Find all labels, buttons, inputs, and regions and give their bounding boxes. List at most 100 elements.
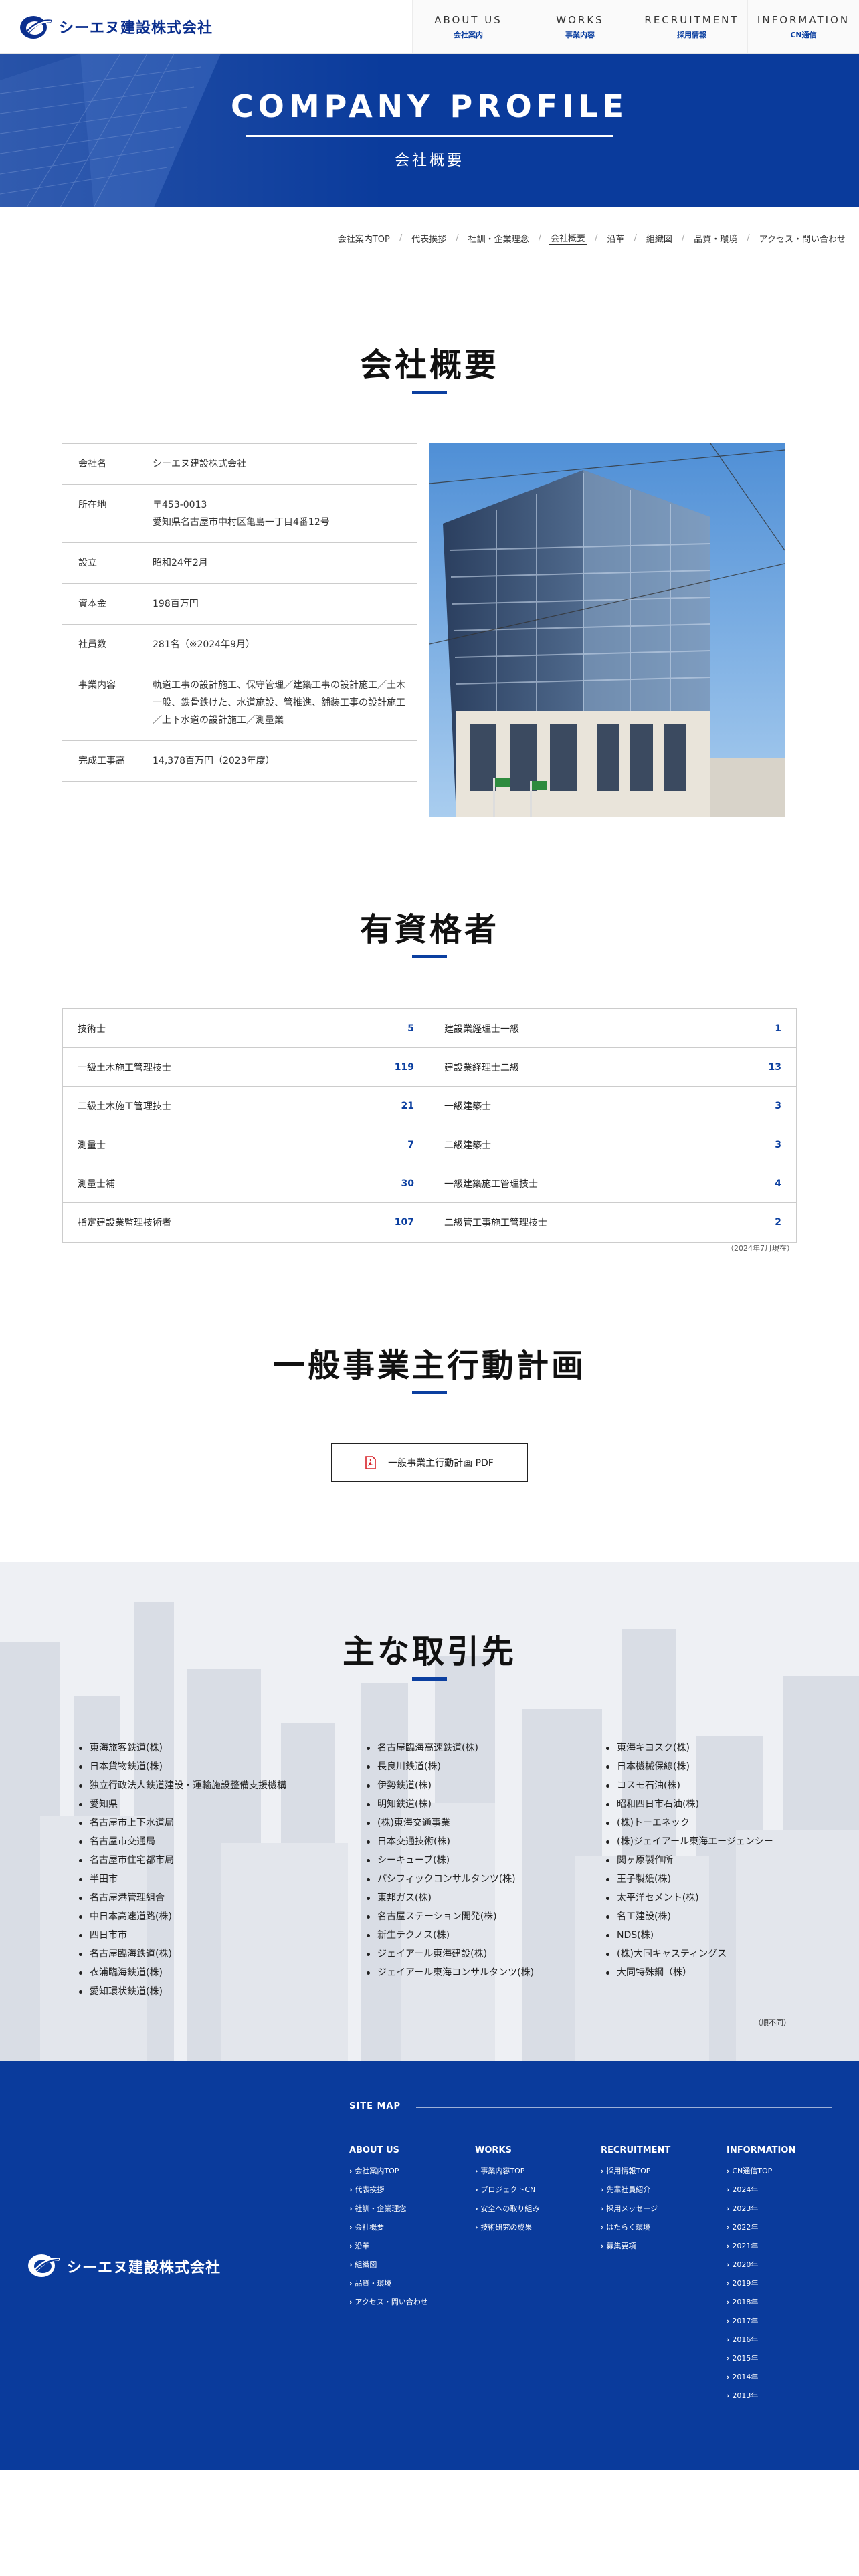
subnav-item-top[interactable]: 会社案内TOP bbox=[337, 232, 391, 245]
list-item: (株)東海交通事業 bbox=[367, 1814, 534, 1832]
footer-link[interactable]: 2014年 bbox=[727, 2368, 795, 2387]
subnav-item-organization[interactable]: 組織図 bbox=[645, 232, 674, 245]
nav-about-us[interactable]: ABOUT US 会社案内 bbox=[412, 0, 524, 53]
footer-link[interactable]: CN通信TOP bbox=[727, 2162, 795, 2181]
footer-link[interactable]: 技術研究の成果 bbox=[475, 2218, 539, 2237]
qualification-name: 一級建築士 bbox=[444, 1101, 491, 1112]
footer-link[interactable]: 2019年 bbox=[727, 2274, 795, 2293]
footer-link[interactable]: 組織図 bbox=[349, 2256, 428, 2274]
footer-link[interactable]: 2013年 bbox=[727, 2387, 795, 2405]
qualifications-table: 技術士 5 建設業経理士一級 1 一級土木施工管理技士 119 建設業経理士二級 13 … bbox=[62, 1008, 797, 1243]
site-logo-link[interactable]: シーエヌ建設株式会社 bbox=[19, 13, 213, 40]
footer-link[interactable]: プロジェクトCN bbox=[475, 2181, 539, 2199]
logo-text: シーエヌ建設株式会社 bbox=[59, 20, 213, 37]
action-plan-pdf-button[interactable]: 一般事業主行動計画 PDF bbox=[331, 1443, 528, 1482]
subnav-item-philosophy[interactable]: 社訓・企業理念 bbox=[467, 232, 531, 245]
footer-link[interactable]: 安全への取り組み bbox=[475, 2199, 539, 2218]
footer-link[interactable]: 社訓・企業理念 bbox=[349, 2199, 428, 2218]
list-item: ジェイアール東海建設(株) bbox=[367, 1945, 534, 1963]
profile-key: 事業内容 bbox=[78, 680, 116, 691]
heading-bar bbox=[412, 1391, 447, 1394]
qualification-count: 3 bbox=[775, 1139, 781, 1150]
profile-key: 会社名 bbox=[78, 459, 106, 469]
qualification-cell: 指定建設業監理技術者 107 bbox=[63, 1203, 430, 1242]
footer-col-heading: RECRUITMENT bbox=[601, 2145, 671, 2155]
qualification-count: 3 bbox=[775, 1100, 781, 1111]
qualification-cell: 建設業経理士一級 1 bbox=[430, 1009, 796, 1047]
site-footer: シーエヌ建設株式会社 SITE MAP ABOUT US 会社案内TOP 代表挨… bbox=[0, 2061, 859, 2470]
qualification-name: 建設業経理士一級 bbox=[444, 1023, 519, 1035]
profile-heading: 会社概要 bbox=[359, 346, 499, 384]
subnav-separator: / bbox=[538, 233, 542, 243]
list-item: 日本貨物鉄道(株) bbox=[79, 1757, 286, 1776]
footer-link[interactable]: 2022年 bbox=[727, 2218, 795, 2237]
footer-link[interactable]: 先輩社員紹介 bbox=[601, 2181, 670, 2199]
footer-link[interactable]: 2021年 bbox=[727, 2237, 795, 2256]
footer-link[interactable]: 2023年 bbox=[727, 2199, 795, 2218]
nav-label-jp: CN通信 bbox=[790, 30, 817, 39]
action-plan-pdf-label: 一般事業主行動計画 PDF bbox=[388, 1458, 494, 1469]
footer-link[interactable]: 会社案内TOP bbox=[349, 2162, 428, 2181]
footer-link[interactable]: 品質・環境 bbox=[349, 2274, 428, 2293]
profile-key: 所在地 bbox=[78, 500, 106, 510]
footer-link[interactable]: 2016年 bbox=[727, 2331, 795, 2349]
qualification-name: 測量士補 bbox=[78, 1178, 115, 1190]
subnav-separator: / bbox=[399, 233, 403, 243]
qualification-cell: 一級土木施工管理技士 119 bbox=[63, 1048, 430, 1086]
footer-link[interactable]: 2018年 bbox=[727, 2293, 795, 2312]
nav-works[interactable]: WORKS 事業内容 bbox=[524, 0, 636, 53]
table-row: 測量士補 30 一級建築施工管理技士 4 bbox=[63, 1164, 796, 1203]
footer-link[interactable]: 2024年 bbox=[727, 2181, 795, 2199]
list-item: 日本機械保線(株) bbox=[606, 1757, 773, 1776]
list-item: 新生テクノス(株) bbox=[367, 1926, 534, 1945]
profile-value: 14,378百万円（2023年度） bbox=[153, 756, 275, 766]
nav-recruitment[interactable]: RECRUITMENT 採用情報 bbox=[636, 0, 747, 53]
footer-link[interactable]: 2020年 bbox=[727, 2256, 795, 2274]
list-item: 名古屋臨海高速鉄道(株) bbox=[367, 1739, 534, 1757]
profile-row: 完成工事高 14,378百万円（2023年度） bbox=[62, 741, 417, 782]
footer-link[interactable]: 2017年 bbox=[727, 2312, 795, 2331]
footer-logo-link[interactable]: シーエヌ建設株式会社 bbox=[27, 2252, 221, 2281]
profile-key: 資本金 bbox=[78, 599, 106, 609]
subnav-item-access[interactable]: アクセス・問い合わせ bbox=[758, 232, 847, 245]
footer-link[interactable]: 代表挨拶 bbox=[349, 2181, 428, 2199]
footer-link[interactable]: 採用メッセージ bbox=[601, 2199, 670, 2218]
qualification-name: 二級管工事施工管理技士 bbox=[444, 1218, 547, 1228]
qualification-cell: 測量士補 30 bbox=[63, 1164, 430, 1202]
subnav-separator: / bbox=[747, 233, 750, 243]
subnav-item-quality[interactable]: 品質・環境 bbox=[692, 232, 739, 245]
nav-information[interactable]: INFORMATION CN通信 bbox=[747, 0, 859, 53]
table-row: 技術士 5 建設業経理士一級 1 bbox=[63, 1009, 796, 1048]
company-logo-icon bbox=[27, 2252, 62, 2281]
qualification-count: 1 bbox=[775, 1023, 781, 1034]
qualification-count: 13 bbox=[768, 1061, 781, 1073]
subnav-item-greeting[interactable]: 代表挨拶 bbox=[410, 232, 448, 245]
footer-logo-text: シーエヌ建設株式会社 bbox=[67, 2260, 221, 2276]
table-row: 二級土木施工管理技士 21 一級建築士 3 bbox=[63, 1087, 796, 1125]
subnav-separator: / bbox=[595, 233, 598, 243]
table-row: 測量士 7 二級建築士 3 bbox=[63, 1125, 796, 1164]
list-item: 長良川鉄道(株) bbox=[367, 1757, 534, 1776]
footer-link[interactable]: 会社概要 bbox=[349, 2218, 428, 2237]
footer-link[interactable]: 採用情報TOP bbox=[601, 2162, 670, 2181]
qualification-cell: 一級建築士 3 bbox=[430, 1087, 796, 1125]
qualification-count: 5 bbox=[407, 1023, 414, 1034]
footer-link[interactable]: 沿革 bbox=[349, 2237, 428, 2256]
footer-link[interactable]: 事業内容TOP bbox=[475, 2162, 539, 2181]
list-item: 関ヶ原製作所 bbox=[606, 1851, 773, 1870]
qualifications-heading: 有資格者 bbox=[359, 911, 499, 948]
qualification-name: 建設業経理士二級 bbox=[444, 1062, 519, 1073]
list-item: 名古屋市交通局 bbox=[79, 1832, 286, 1851]
qualification-cell: 建設業経理士二級 13 bbox=[430, 1048, 796, 1086]
footer-link[interactable]: アクセス・問い合わせ bbox=[349, 2293, 427, 2312]
subnav-separator: / bbox=[456, 233, 459, 243]
subnav-item-profile[interactable]: 会社概要 bbox=[549, 231, 587, 245]
footer-link[interactable]: 2015年 bbox=[727, 2349, 795, 2368]
qualification-count: 7 bbox=[407, 1139, 414, 1150]
footer-link[interactable]: はたらく環境 bbox=[601, 2218, 670, 2237]
footer-link[interactable]: 募集要項 bbox=[601, 2237, 670, 2256]
subnav-item-history[interactable]: 沿革 bbox=[605, 232, 626, 245]
site-header: シーエヌ建設株式会社 ABOUT US 会社案内 WORKS 事業内容 RECR… bbox=[0, 0, 859, 53]
nav-label-en: WORKS bbox=[556, 13, 604, 26]
hero-underline bbox=[246, 135, 613, 137]
